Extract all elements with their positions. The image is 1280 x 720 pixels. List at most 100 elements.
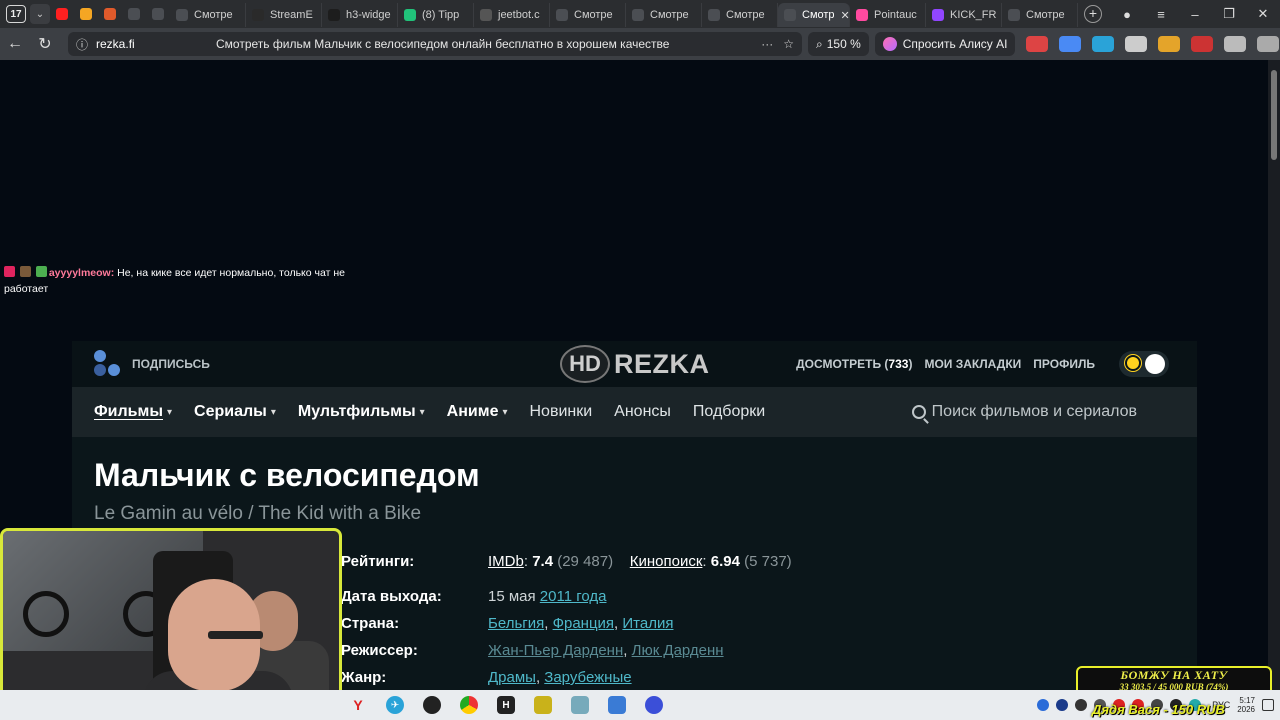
browser-tab[interactable]: Смотре: [626, 3, 702, 27]
site-info-icon[interactable]: ⓘ: [76, 36, 88, 53]
profile-icon[interactable]: ●: [1110, 7, 1144, 22]
url-field[interactable]: ⓘ rezka.fi Смотреть фильм Мальчик с вело…: [68, 32, 802, 56]
tray-icon[interactable]: [1075, 699, 1088, 711]
extension-icon[interactable]: [1092, 36, 1115, 52]
browser-tab[interactable]: Смотре: [170, 3, 246, 27]
browser-tab[interactable]: jeetbot.c: [474, 3, 550, 27]
maximize-button[interactable]: ❐: [1212, 6, 1246, 22]
clock[interactable]: 5:17 2026: [1237, 696, 1255, 714]
pinned-tab-rezka-1[interactable]: [122, 0, 146, 28]
app-icon[interactable]: [608, 696, 626, 714]
yandex-icon[interactable]: Y: [349, 696, 367, 714]
search-input[interactable]: Поиск фильмов и сериалов: [932, 403, 1137, 421]
imdb-link[interactable]: IMDb: [488, 553, 524, 570]
theme-toggle[interactable]: [1119, 351, 1169, 377]
tab-label: Смотре: [574, 9, 613, 21]
zoom-button[interactable]: ⌕ 150 %: [808, 32, 869, 56]
chevron-down-icon: ▾: [419, 406, 425, 418]
close-window-button[interactable]: ✕: [1246, 6, 1280, 22]
app-icon[interactable]: [571, 696, 589, 714]
chrome-icon[interactable]: [460, 696, 478, 714]
tabs-dropdown-icon[interactable]: ⌄: [30, 4, 50, 24]
pinned-tab-youtube[interactable]: [50, 0, 74, 28]
browser-tab[interactable]: Смотре: [702, 3, 778, 27]
app-icon[interactable]: H: [497, 696, 515, 714]
menu-item[interactable]: Анонсы: [614, 403, 671, 421]
genre-link[interactable]: Драмы: [488, 669, 536, 686]
close-tab-icon[interactable]: ✕: [841, 9, 849, 22]
kinopoisk-link[interactable]: Кинопоиск: [630, 553, 703, 570]
pinned-tab-m[interactable]: [74, 0, 98, 28]
menu-item[interactable]: Сериалы ▾: [194, 403, 276, 421]
search-icon: [911, 405, 926, 419]
minimize-button[interactable]: –: [1178, 7, 1212, 22]
search-box[interactable]: Поиск фильмов и сериалов: [911, 387, 1137, 437]
extension-icon[interactable]: [1158, 36, 1181, 52]
motorcycle-wheel: [23, 591, 69, 637]
extension-icon[interactable]: [1026, 36, 1049, 52]
tray-icon[interactable]: [1056, 699, 1069, 711]
page-scrollbar[interactable]: [1268, 60, 1280, 690]
menu-item-label: Аниме: [446, 403, 499, 420]
director-link[interactable]: Жан-Пьер Дарденн: [488, 642, 623, 659]
profile-link[interactable]: ПРОФИЛЬ: [1033, 357, 1095, 371]
pinned-tab-alert[interactable]: [98, 0, 122, 28]
browser-tab[interactable]: StreamE: [246, 3, 322, 27]
browser-tab[interactable]: Смотре: [1002, 3, 1078, 27]
menu-icon[interactable]: ≡: [1144, 7, 1178, 22]
chat-username: ayyyylmeow:: [48, 267, 115, 279]
site-header: ПОДПИСЬСЬ HD REZKA ДОСМОТРЕТЬ (733) МОИ …: [72, 341, 1197, 387]
telegram-icon[interactable]: ✈: [386, 696, 404, 714]
reload-button[interactable]: ↻: [30, 34, 60, 54]
menu-item[interactable]: Мультфильмы ▾: [298, 403, 425, 421]
extension-icon[interactable]: [1224, 36, 1247, 52]
country-link[interactable]: Франция: [553, 615, 614, 632]
genre-link[interactable]: Зарубежные: [544, 669, 631, 686]
menu-item[interactable]: Фильмы ▾: [94, 403, 172, 421]
site-logo[interactable]: HD REZKA: [560, 345, 710, 383]
kp-votes: (5 737): [744, 553, 792, 570]
browser-tab[interactable]: Pointauc: [850, 3, 926, 27]
app-icon[interactable]: [534, 696, 552, 714]
browser-tab[interactable]: Смотре: [550, 3, 626, 27]
director-link[interactable]: Люк Дарденн: [632, 642, 724, 659]
country-link[interactable]: Италия: [622, 615, 673, 632]
more-icon[interactable]: ···: [761, 37, 773, 51]
new-tab-button[interactable]: +: [1084, 5, 1102, 23]
menu-item[interactable]: Новинки: [530, 403, 593, 421]
scrollbar-thumb[interactable]: [1271, 70, 1277, 160]
watch-later-link[interactable]: ДОСМОТРЕТЬ (733): [796, 357, 912, 371]
extension-icon[interactable]: [1125, 36, 1148, 52]
pinned-tab-rezka-2[interactable]: [146, 0, 170, 28]
subscribe-link[interactable]: ПОДПИСЬСЬ: [94, 350, 210, 378]
tab-counter[interactable]: 17: [6, 5, 26, 23]
translate-icon[interactable]: [1059, 36, 1082, 52]
extension-icon[interactable]: [1191, 36, 1214, 52]
browser-tab[interactable]: KICK_FR: [926, 3, 1002, 27]
bookmarks-link[interactable]: МОИ ЗАКЛАДКИ: [924, 357, 1021, 371]
country-link[interactable]: Бельгия: [488, 615, 544, 632]
release-day: 15 мая: [488, 588, 540, 605]
donation-alert: Дядя Вася - 150 RUB: [1092, 702, 1225, 717]
menu-item[interactable]: Подборки: [693, 403, 765, 421]
genre-row: Жанр: Драмы, Зарубежные: [341, 669, 632, 686]
alice-button[interactable]: Спросить Алису AI: [874, 32, 1016, 56]
bookmark-icon[interactable]: ☆: [783, 37, 794, 51]
obs-icon[interactable]: [423, 696, 441, 714]
rezka-tab-icon: [176, 9, 188, 21]
browser-tab[interactable]: Смотр ✕: [778, 3, 850, 27]
download-icon[interactable]: [1257, 36, 1280, 52]
tray-icon[interactable]: [1037, 699, 1050, 711]
country-row: Страна: Бельгия, Франция, Италия: [341, 615, 674, 632]
tab-label: Смотре: [194, 9, 233, 21]
browser-tab[interactable]: (8) Tipp: [398, 3, 474, 27]
chat-app-icon[interactable]: [645, 696, 663, 714]
release-year-link[interactable]: 2011 года: [540, 588, 607, 605]
menu-item[interactable]: Аниме ▾: [447, 403, 508, 421]
back-button[interactable]: ←: [0, 35, 30, 53]
youtube-icon: [56, 8, 68, 20]
notification-icon[interactable]: [1262, 699, 1274, 711]
browser-tab[interactable]: h3-widge: [322, 3, 398, 27]
tab-label: Смотр: [802, 9, 835, 21]
rezka-tab-icon: [632, 9, 644, 21]
